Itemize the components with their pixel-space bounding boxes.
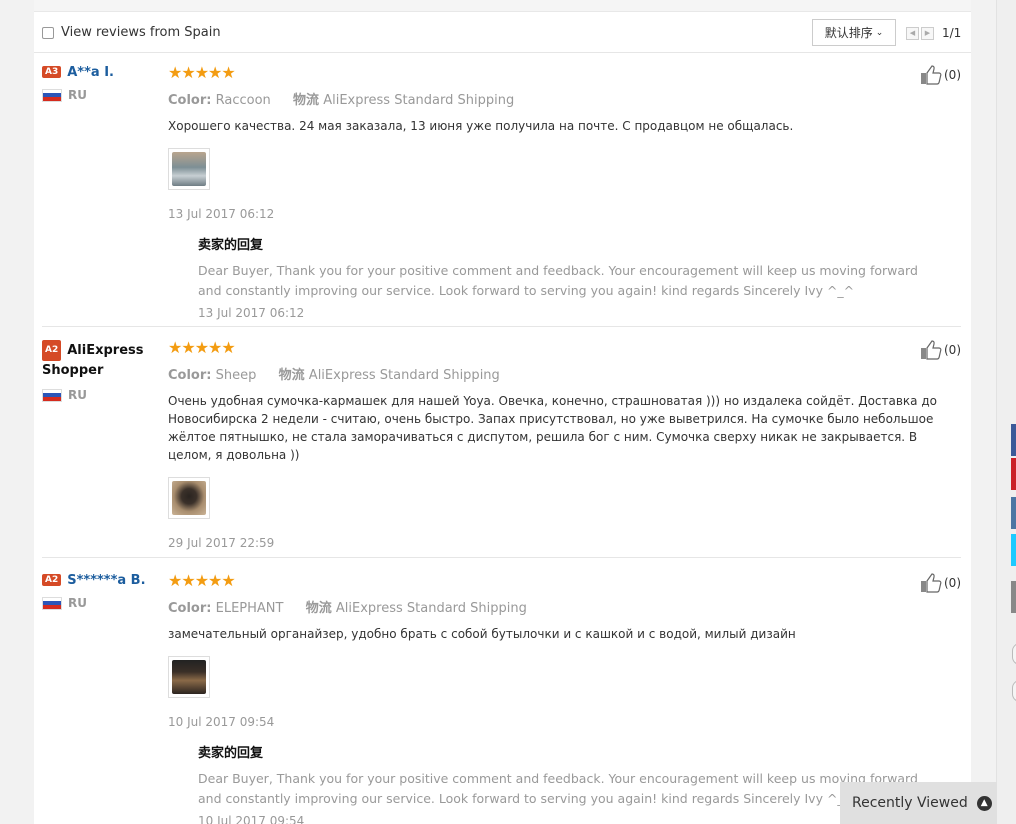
rating-stars: ★★★★★ bbox=[168, 338, 236, 357]
spain-filter[interactable]: View reviews from Spain bbox=[42, 25, 221, 40]
like-button[interactable]: (0) bbox=[920, 340, 961, 360]
review-photo-thumbnail[interactable] bbox=[168, 148, 210, 190]
review-text: Хорошего качества. 24 мая заказала, 13 и… bbox=[168, 119, 794, 133]
review-item: A2 S******a B. RU ★★★★★ Color: ELEPHANT 物… bbox=[42, 573, 961, 824]
chevron-down-icon: ⌄ bbox=[875, 27, 884, 38]
more-share-tab[interactable] bbox=[1011, 581, 1016, 613]
russia-flag-icon bbox=[42, 388, 62, 402]
reviewer-country: RU bbox=[42, 88, 162, 102]
review-user: A2 S******a B. RU bbox=[42, 573, 162, 610]
seller-reply-date: 13 Jul 2017 06:12 bbox=[198, 306, 305, 320]
seller-reply-title: 卖家的回复 bbox=[198, 238, 264, 253]
review-photo-thumbnail[interactable] bbox=[168, 656, 210, 698]
page-scrollbar[interactable] bbox=[996, 0, 1016, 824]
seller-reply-text: Dear Buyer, Thank you for your positive … bbox=[198, 263, 918, 298]
color-label: Color: bbox=[168, 601, 212, 616]
reviews-toolbar: View reviews from Spain 默认排序 ⌄ ◀ ▶ 1/1 bbox=[34, 12, 971, 53]
color-value: ELEPHANT bbox=[215, 601, 284, 616]
review-text: Очень удобная сумочка-кармашек для нашей… bbox=[168, 394, 937, 462]
sort-dropdown[interactable]: 默认排序 ⌄ bbox=[812, 19, 896, 46]
color-label: Color: bbox=[168, 93, 212, 108]
rating-stars: ★★★★★ bbox=[168, 63, 236, 82]
review-text: замечательный органайзер, удобно брать с… bbox=[168, 627, 796, 641]
like-button[interactable]: (0) bbox=[920, 573, 961, 593]
country-code: RU bbox=[68, 88, 87, 102]
seller-reply: 卖家的回复 Dear Buyer, Thank you for your pos… bbox=[198, 234, 958, 320]
reviewer-country: RU bbox=[42, 388, 162, 402]
review-meta: Color: Raccoon 物流 AliExpress Standard Sh… bbox=[168, 89, 958, 108]
shipping-value: AliExpress Standard Shipping bbox=[323, 93, 515, 108]
review-item: A3 A**a I. RU ★★★★★ Color: Raccoon 物流 Ali… bbox=[42, 65, 961, 327]
pager: ◀ ▶ 1/1 bbox=[906, 26, 961, 40]
shipping-value: AliExpress Standard Shipping bbox=[335, 601, 527, 616]
pager-next-button[interactable]: ▶ bbox=[921, 26, 934, 40]
thumbs-up-icon bbox=[921, 65, 942, 85]
color-value: Sheep bbox=[215, 368, 257, 383]
seller-reply-text: Dear Buyer, Thank you for your positive … bbox=[198, 771, 918, 806]
facebook-share-tab[interactable] bbox=[1011, 424, 1016, 456]
seller-reply-title: 卖家的回复 bbox=[198, 746, 264, 761]
like-count: (0) bbox=[944, 343, 961, 357]
spain-filter-checkbox[interactable] bbox=[42, 26, 54, 39]
buyer-level-badge: A2 bbox=[42, 574, 62, 586]
top-strip bbox=[34, 0, 971, 12]
russia-flag-icon bbox=[42, 88, 62, 102]
spain-filter-label: View reviews from Spain bbox=[61, 25, 221, 40]
review-item: A2 AliExpress Shopper RU ★★★★★ Color: She… bbox=[42, 340, 961, 558]
vk-share-tab[interactable] bbox=[1011, 497, 1016, 529]
country-code: RU bbox=[68, 596, 87, 610]
chevron-up-icon: ▲ bbox=[976, 795, 992, 811]
review-date: 10 Jul 2017 09:54 bbox=[168, 715, 275, 729]
shipping-label: 物流 bbox=[293, 93, 320, 108]
review-date: 13 Jul 2017 06:12 bbox=[168, 207, 275, 221]
review-photo-thumbnail[interactable] bbox=[168, 477, 210, 519]
russia-flag-icon bbox=[42, 596, 62, 610]
review-meta: Color: ELEPHANT 物流 AliExpress Standard S… bbox=[168, 597, 958, 616]
pinterest-share-tab[interactable] bbox=[1011, 458, 1016, 490]
shipping-label: 物流 bbox=[278, 368, 305, 383]
pager-prev-button[interactable]: ◀ bbox=[906, 26, 919, 40]
page-indicator: 1/1 bbox=[942, 26, 962, 40]
twitter-share-tab[interactable] bbox=[1011, 534, 1016, 566]
reviewer-name[interactable]: S******a B. bbox=[67, 573, 145, 588]
reviewer-name[interactable]: A**a I. bbox=[67, 65, 114, 80]
color-value: Raccoon bbox=[215, 93, 271, 108]
rating-stars: ★★★★★ bbox=[168, 571, 236, 590]
shipping-label: 物流 bbox=[305, 601, 332, 616]
review-user: A2 AliExpress Shopper RU bbox=[42, 340, 162, 402]
review-user: A3 A**a I. RU bbox=[42, 65, 162, 102]
recently-viewed-bar[interactable]: Recently Viewed ▲ bbox=[840, 782, 997, 824]
buyer-level-badge: A3 bbox=[42, 66, 62, 78]
like-count: (0) bbox=[944, 68, 961, 82]
shipping-value: AliExpress Standard Shipping bbox=[308, 368, 500, 383]
reviews-panel: View reviews from Spain 默认排序 ⌄ ◀ ▶ 1/1 A… bbox=[34, 0, 971, 824]
side-tool-button[interactable] bbox=[1012, 680, 1016, 702]
review-meta: Color: Sheep 物流 AliExpress Standard Ship… bbox=[168, 364, 958, 383]
buyer-level-badge: A2 bbox=[42, 340, 62, 361]
like-button[interactable]: (0) bbox=[920, 65, 961, 85]
recently-viewed-label: Recently Viewed bbox=[852, 795, 968, 811]
thumbs-up-icon bbox=[921, 340, 942, 360]
thumbs-up-icon bbox=[921, 573, 942, 593]
review-content: ★★★★★ Color: Sheep 物流 AliExpress Standar… bbox=[168, 340, 958, 550]
country-code: RU bbox=[68, 388, 87, 402]
side-tool-button[interactable] bbox=[1012, 643, 1016, 665]
review-date: 29 Jul 2017 22:59 bbox=[168, 536, 275, 550]
review-content: ★★★★★ Color: Raccoon 物流 AliExpress Stand… bbox=[168, 65, 958, 320]
like-count: (0) bbox=[944, 576, 961, 590]
color-label: Color: bbox=[168, 368, 212, 383]
sort-label: 默认排序 bbox=[824, 26, 873, 40]
reviewer-country: RU bbox=[42, 596, 162, 610]
